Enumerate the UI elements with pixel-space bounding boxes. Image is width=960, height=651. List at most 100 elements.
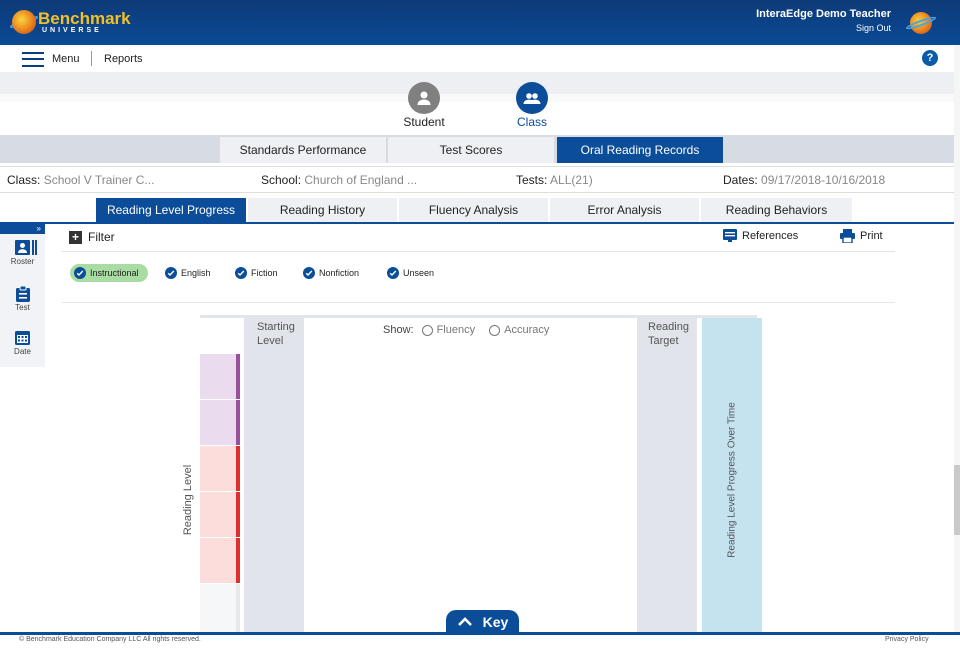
help-icon[interactable]: ? — [922, 50, 938, 66]
tab-underline — [0, 222, 960, 224]
student-label: Student — [403, 115, 445, 129]
divider — [91, 51, 92, 66]
progress-over-time-label: Reading Level Progress Over Time — [726, 402, 738, 558]
reading-level-color-bar — [236, 492, 240, 537]
dates-info[interactable]: Dates: 09/17/2018-10/16/2018 — [723, 173, 885, 187]
menu-bar: Menu Reports — [0, 45, 960, 72]
reading-level-band — [200, 354, 236, 399]
breadcrumb-reports[interactable]: Reports — [104, 53, 143, 65]
filter-chip-english[interactable]: English — [165, 264, 211, 282]
reading-level-color-bar — [236, 400, 240, 445]
filter-chip-unseen[interactable]: Unseen — [387, 264, 434, 282]
tests-info-label: Tests: — [516, 173, 548, 187]
key-label: Key — [482, 614, 509, 630]
y-axis-label: Reading Level — [182, 464, 194, 536]
starting-level-column — [244, 318, 304, 632]
filter-chip-instructional[interactable]: Instructional — [70, 264, 148, 282]
user-name: InteraEdge Demo Teacher — [756, 8, 891, 20]
dates-info-label: Dates: — [723, 173, 758, 187]
reading-target-label: Reading Target — [648, 321, 689, 347]
menu-button[interactable]: Menu — [22, 51, 80, 67]
check-circle-icon — [303, 267, 315, 279]
sidebar-item-test[interactable]: Test — [0, 285, 45, 312]
filter-chip-fiction[interactable]: Fiction — [235, 264, 278, 282]
check-circle-icon — [387, 267, 399, 279]
copyright-text: © Benchmark Education Company LLC All ri… — [19, 636, 201, 643]
roster-icon — [14, 240, 37, 255]
stripe — [0, 94, 960, 102]
class-info-label: Class: — [7, 173, 41, 187]
class-view-toggle[interactable]: Class — [502, 82, 562, 129]
fluency-radio[interactable]: Fluency — [421, 324, 476, 336]
sidebar-item-label: Test — [15, 303, 30, 312]
school-info-value: Church of England ... — [304, 173, 418, 187]
filter-chip-nonfiction[interactable]: Nonfiction — [303, 264, 359, 282]
sidebar-item-roster[interactable]: Roster — [0, 240, 45, 266]
references-icon — [723, 229, 737, 242]
tab-fluency-analysis[interactable]: Fluency Analysis — [399, 198, 548, 222]
show-label: Show: — [383, 324, 414, 336]
class-label: Class — [516, 115, 547, 129]
tab-error-analysis[interactable]: Error Analysis — [550, 198, 699, 222]
filter-chip-label: Instructional — [90, 268, 139, 278]
dates-info-value: 09/17/2018-10/16/2018 — [761, 173, 886, 187]
references-label: References — [742, 229, 799, 242]
sidebar-item-date[interactable]: Date — [0, 330, 45, 356]
sidebar-item-label: Roster — [10, 257, 35, 266]
filter-label: Filter — [88, 230, 115, 244]
plus-icon: + — [69, 230, 82, 244]
scrollbar[interactable] — [954, 45, 960, 632]
class-info-value: School V Trainer C... — [43, 173, 155, 187]
person-icon — [408, 82, 440, 114]
tab-reading-behaviors[interactable]: Reading Behaviors — [701, 198, 852, 222]
sign-out-link[interactable]: Sign Out — [856, 23, 891, 33]
app-header: Benchmark UNIVERSE InteraEdge Demo Teach… — [0, 0, 960, 45]
tab-test-scores[interactable]: Test Scores — [388, 137, 554, 163]
reading-level-color-bar — [236, 584, 240, 632]
fluency-radio-label: Fluency — [436, 324, 476, 336]
filter-button[interactable]: + Filter — [69, 230, 115, 244]
student-view-toggle[interactable]: Student — [394, 82, 454, 129]
logo-text: Benchmark — [38, 9, 131, 28]
privacy-policy-link[interactable]: Privacy Policy — [885, 636, 929, 643]
filter-chip-label: Unseen — [403, 268, 435, 278]
tab-reading-level-progress[interactable]: Reading Level Progress — [96, 198, 246, 222]
stripe — [0, 72, 960, 94]
reading-level-band — [200, 584, 236, 632]
benchmark-logo[interactable]: Benchmark UNIVERSE — [8, 8, 131, 36]
hamburger-icon — [22, 51, 44, 67]
school-info[interactable]: School: Church of England ... — [261, 173, 417, 187]
key-button[interactable]: Key — [446, 610, 519, 634]
reading-level-color-bar — [236, 538, 240, 583]
sidebar-expand-icon[interactable]: » — [0, 224, 45, 234]
starting-level-label: Starting Level — [257, 321, 295, 347]
reading-level-color-bar — [236, 446, 240, 491]
logo-subtext: UNIVERSE — [42, 27, 102, 34]
scrollbar-thumb[interactable] — [954, 465, 960, 535]
calendar-icon — [15, 330, 31, 345]
references-button[interactable]: References — [723, 229, 798, 242]
accuracy-radio-label: Accuracy — [504, 324, 550, 336]
accuracy-radio[interactable]: Accuracy — [489, 324, 549, 336]
radio-circle-icon — [421, 324, 433, 336]
filter-chip-label: Fiction — [251, 268, 278, 278]
group-icon — [516, 82, 548, 114]
reading-target-column — [637, 318, 697, 632]
reading-level-color-bar — [236, 354, 240, 399]
chevron-up-icon — [457, 617, 472, 626]
menu-label: Menu — [52, 53, 80, 65]
tab-standards-performance[interactable]: Standards Performance — [220, 137, 386, 163]
sidebar: » Roster Test Date — [0, 224, 45, 367]
reading-level-band — [200, 446, 236, 491]
tests-info[interactable]: Tests: ALL(21) — [516, 173, 593, 187]
reading-level-band — [200, 538, 236, 583]
user-avatar-icon[interactable] — [904, 10, 938, 36]
reading-level-band — [200, 492, 236, 537]
check-circle-icon — [235, 267, 247, 279]
check-circle-icon — [74, 267, 86, 279]
tab-reading-history[interactable]: Reading History — [248, 198, 397, 222]
tab-oral-reading-records[interactable]: Oral Reading Records — [557, 137, 723, 163]
reading-level-band — [200, 400, 236, 445]
print-button[interactable]: Print — [840, 229, 883, 243]
class-info[interactable]: Class: School V Trainer C... — [7, 173, 154, 187]
